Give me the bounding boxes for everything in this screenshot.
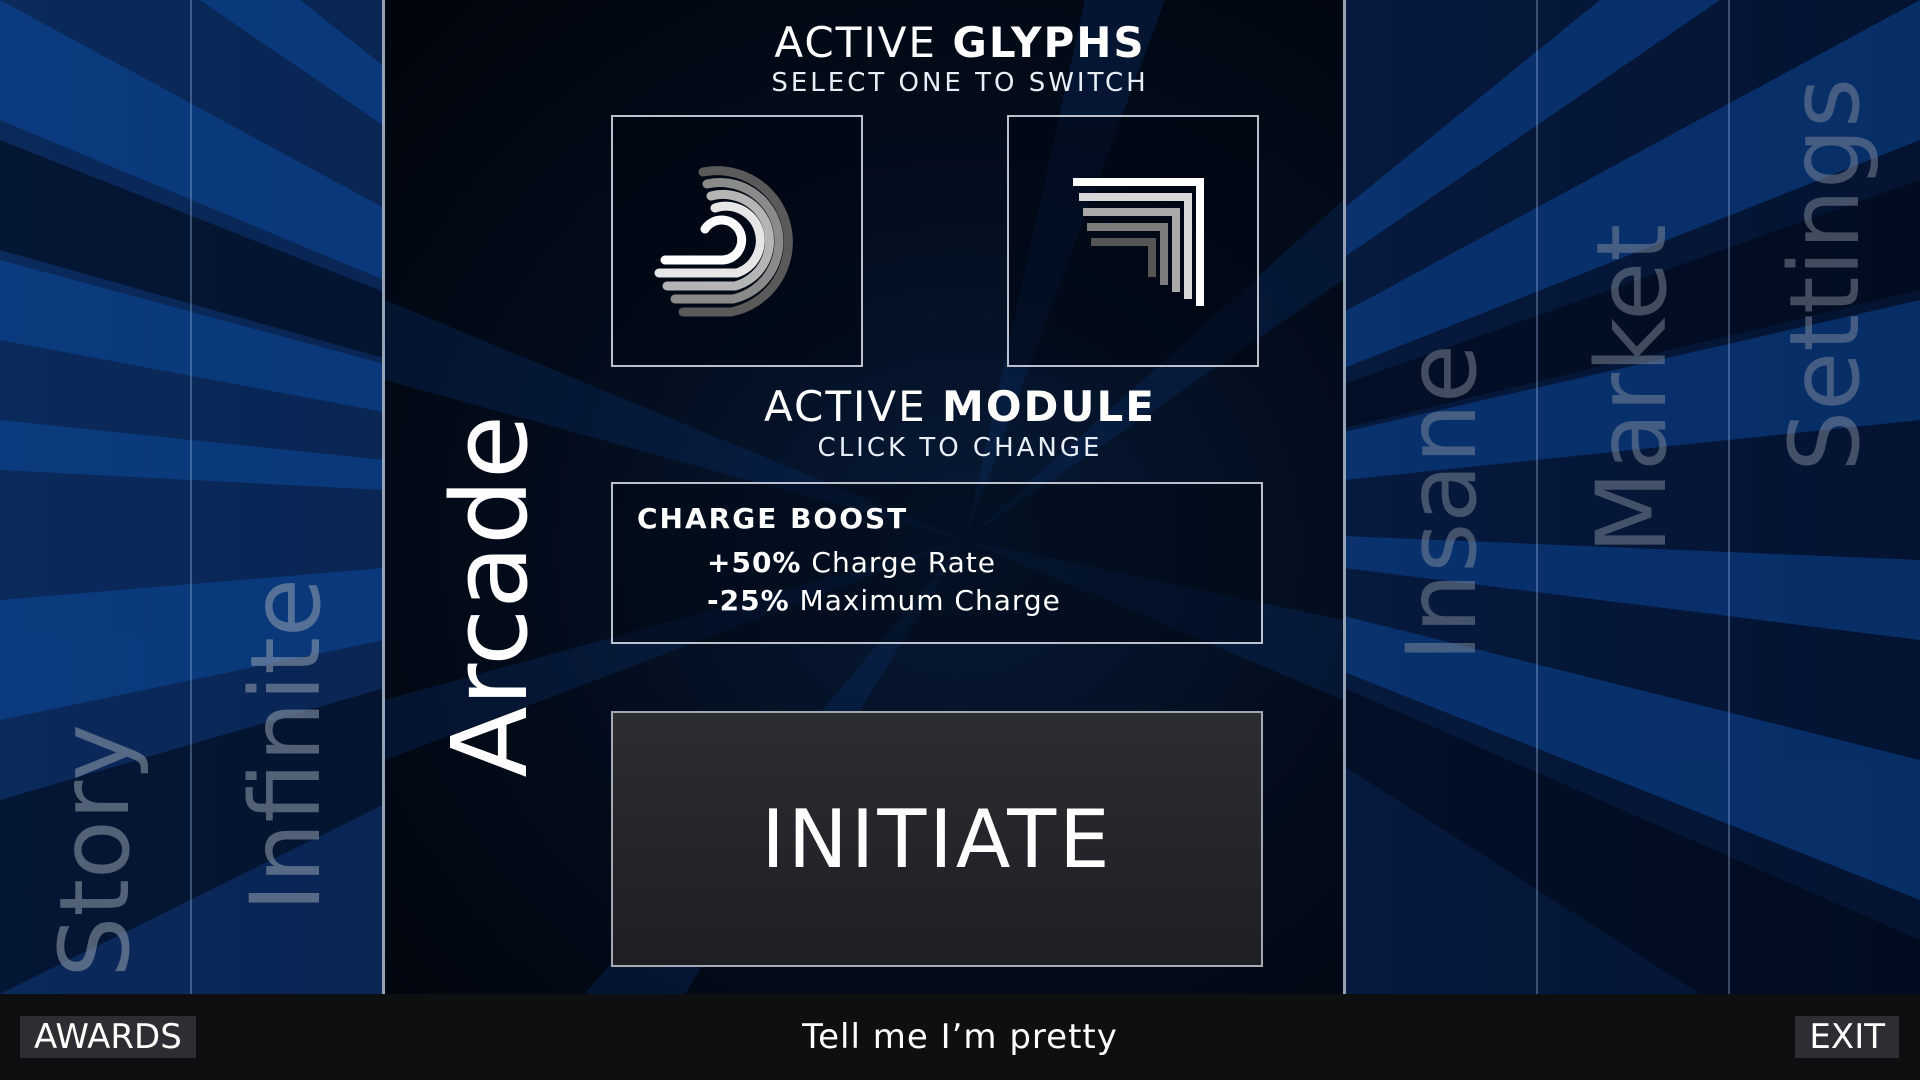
module-name: CHARGE BOOST <box>637 502 909 535</box>
module-effect: +50% Charge Rate <box>707 546 996 579</box>
mode-story[interactable]: Story <box>0 0 190 994</box>
exit-button[interactable]: EXIT <box>1795 1016 1899 1058</box>
mode-story-label: Story <box>39 724 151 978</box>
active-module-card[interactable]: CHARGE BOOST +50% Charge Rate -25% Maxim… <box>611 482 1263 644</box>
glyph-slot-2[interactable] <box>1007 115 1259 367</box>
initiate-button[interactable]: INITIATE <box>611 711 1263 967</box>
status-message: Tell me I’m pretty <box>802 1017 1118 1057</box>
mode-infinite[interactable]: Infinite <box>192 0 380 994</box>
mode-insane[interactable]: Insane <box>1349 0 1535 994</box>
mode-market[interactable]: Market <box>1538 0 1726 994</box>
module-heading: ACTIVE MODULE <box>764 382 1156 431</box>
glyphs-subheading: SELECT ONE TO SWITCH <box>771 68 1149 98</box>
mode-arcade-label: Arcade <box>429 414 551 778</box>
mode-infinite-label: Infinite <box>230 578 342 912</box>
initiate-label: INITIATE <box>761 792 1113 886</box>
module-subheading: CLICK TO CHANGE <box>817 433 1103 463</box>
corner-lines-glyph-icon <box>1073 178 1204 306</box>
glyph-slot-1[interactable] <box>611 115 863 367</box>
settings-button[interactable]: Settings <box>1730 0 1920 994</box>
swirl-glyph-icon <box>654 166 793 317</box>
module-effect: -25% Maximum Charge <box>707 584 1061 617</box>
glyphs-heading: ACTIVE GLYPHS <box>774 18 1146 67</box>
